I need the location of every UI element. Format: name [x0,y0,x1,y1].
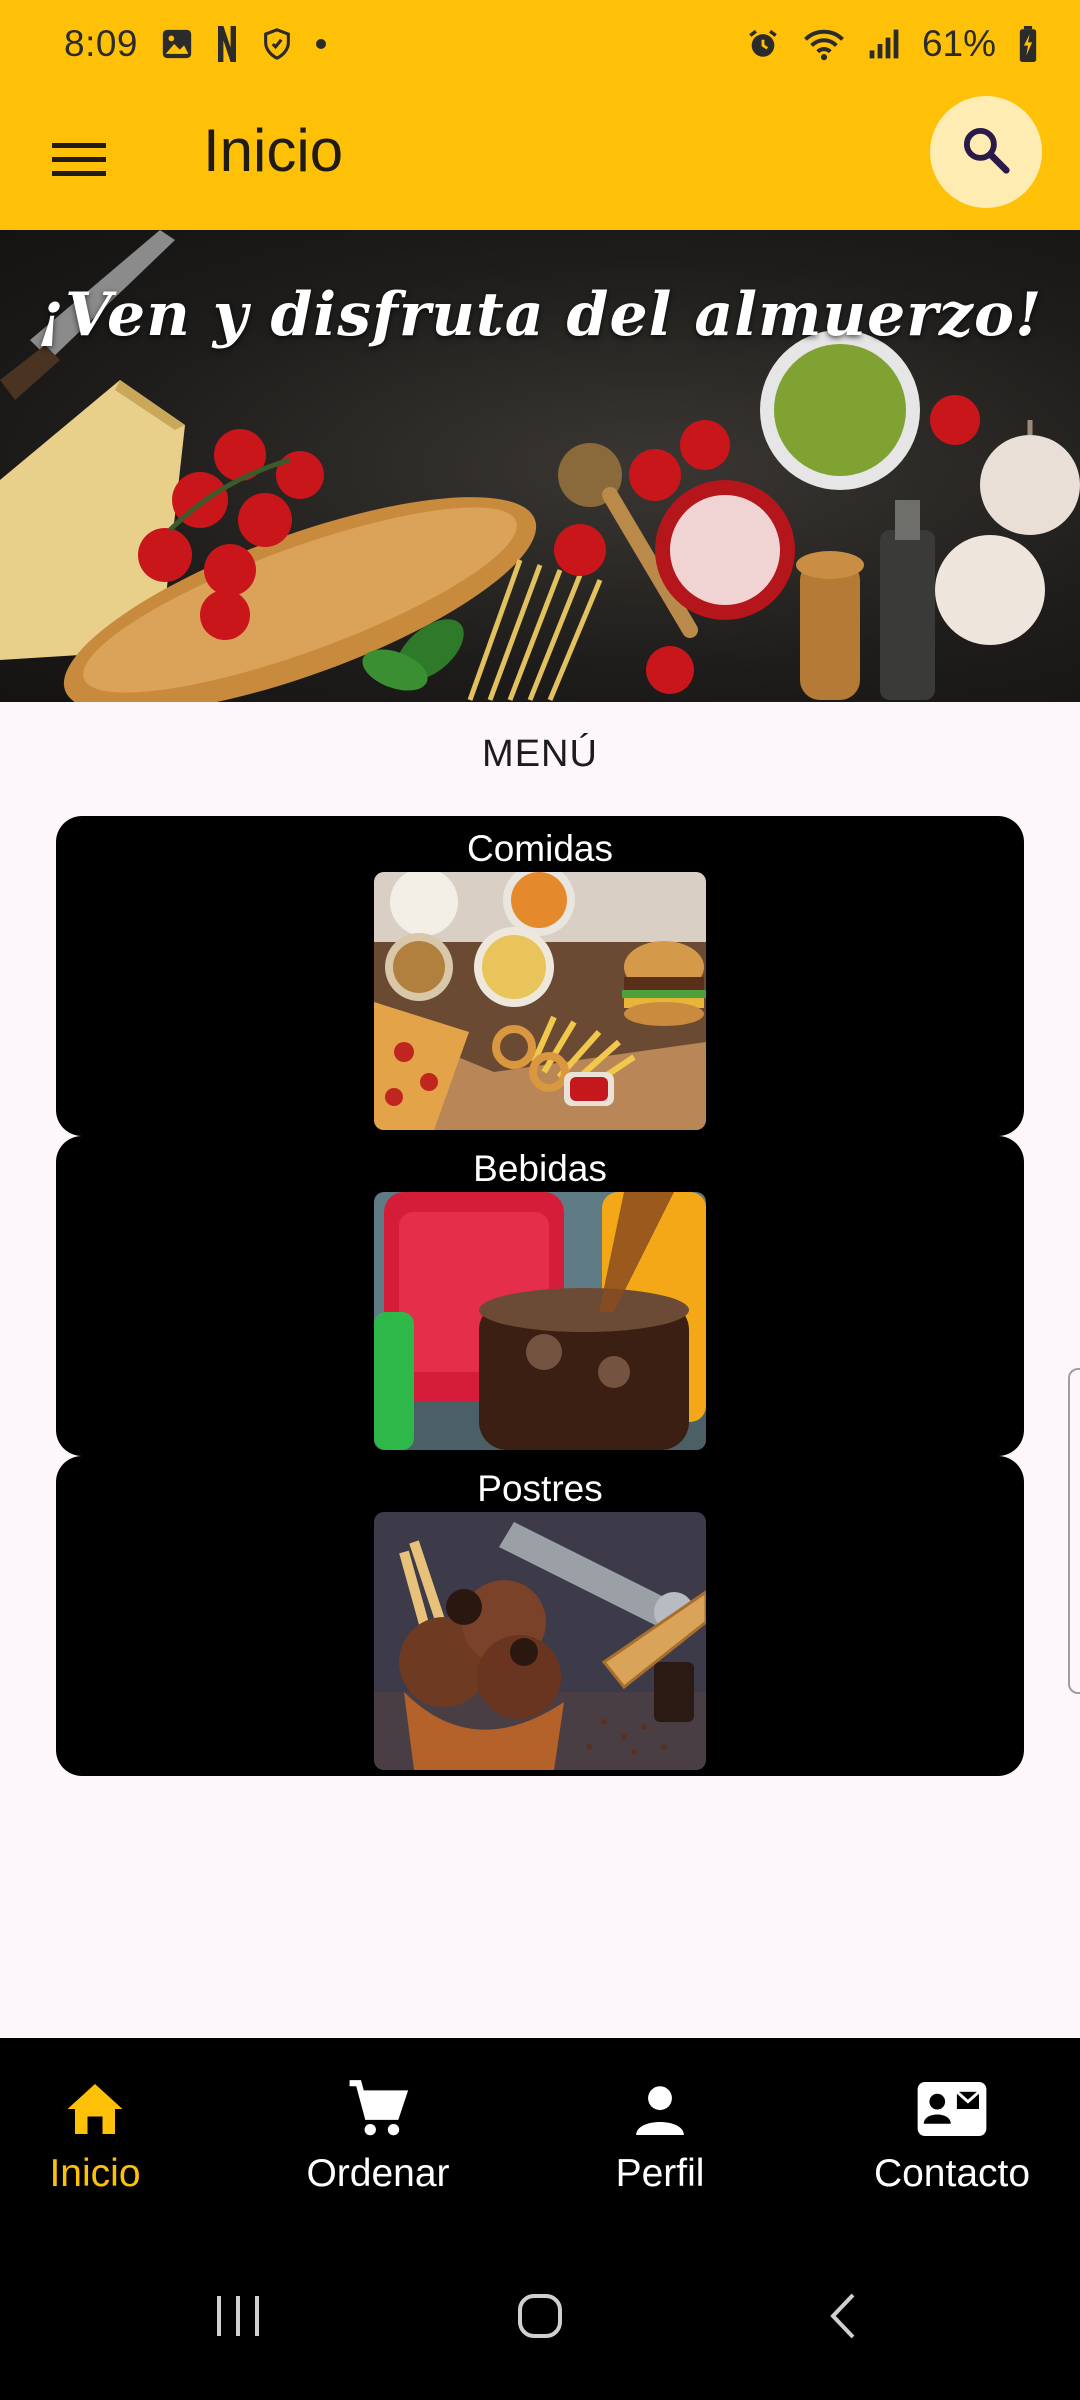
menu-card-comidas[interactable]: Comidas [56,816,1024,1136]
hero-banner: ¡Ven y disfruta del almuerzo! [0,230,1080,702]
nav-label: Ordenar [306,2152,450,2195]
menu-button[interactable] [34,122,124,202]
page-title: Inicio [203,117,344,184]
status-right: 61% [746,23,1038,65]
menu-heading: MENÚ [482,733,598,775]
home-circle-icon [516,2292,564,2345]
edge-panel-handle[interactable] [1068,1368,1080,1694]
nav-label: Inicio [49,2152,141,2195]
system-navigation-bar [0,2236,1080,2400]
comidas-image [374,872,706,1130]
dot-icon [316,39,327,49]
contact-card-icon [837,2078,1067,2140]
person-icon [545,2078,775,2140]
nav-label: Contacto [873,2152,1031,2195]
nav-item-inicio[interactable]: Inicio [0,2078,210,2228]
hamburger-menu-icon [52,140,106,185]
wifi-icon [802,27,846,61]
alarm-icon [746,27,780,61]
search-button[interactable] [930,96,1042,208]
menu-card-label: Postres [477,1468,603,1509]
status-left: 8:09 [64,23,327,65]
menu-card-label: Bebidas [473,1148,607,1189]
banner-title: ¡Ven y disfruta del almuerzo! [37,280,1043,350]
recents-button[interactable] [188,2286,288,2350]
battery-percent: 61% [921,23,996,64]
home-button[interactable] [490,2286,590,2350]
app-bar: Inicio [0,88,1080,230]
hand-shield-icon [260,26,294,62]
battery-charging-icon [1018,26,1038,62]
home-icon [0,2078,210,2140]
back-button[interactable] [792,2286,892,2350]
nav-item-perfil[interactable]: Perfil [545,2078,775,2228]
gallery-icon [160,27,194,61]
nav-item-contacto[interactable]: Contacto [837,2078,1067,2228]
cart-icon [263,2078,493,2140]
recents-icon [215,2294,261,2343]
menu-card-bebidas[interactable]: Bebidas [56,1136,1024,1456]
postres-image [374,1512,706,1770]
back-icon [825,2291,859,2346]
bottom-navigation: Inicio Ordenar Perfil Contacto [0,2038,1080,2236]
menu-card-label: Comidas [467,828,613,869]
status-time: 8:09 [64,23,139,64]
netflix-icon [216,26,238,62]
nav-item-ordenar[interactable]: Ordenar [263,2078,493,2228]
bebidas-image [374,1192,706,1450]
status-bar: 8:09 61% [0,0,1080,88]
search-icon [959,123,1013,182]
nav-label: Perfil [615,2152,705,2195]
menu-card-postres[interactable]: Postres [56,1456,1024,1776]
signal-icon [868,28,900,60]
